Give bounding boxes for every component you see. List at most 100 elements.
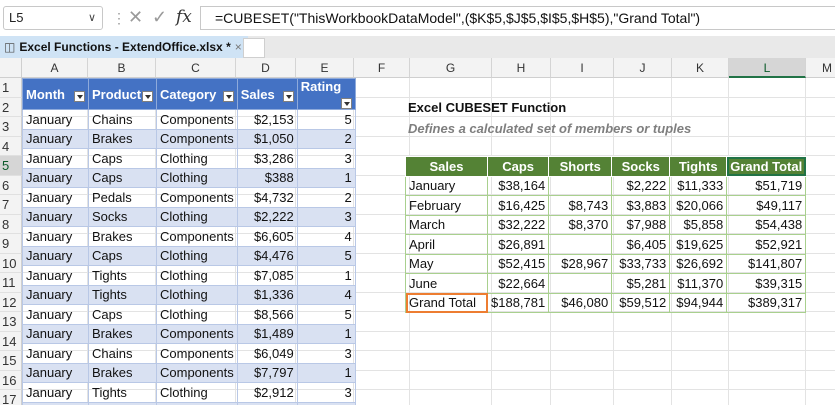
table-cell[interactable]: 5 <box>296 109 356 130</box>
table-cell[interactable]: Components <box>156 226 238 247</box>
row-header-14[interactable]: 14 <box>0 331 22 351</box>
table-cell[interactable]: January <box>22 206 89 227</box>
pivot-cell[interactable]: $22,664 <box>486 273 550 294</box>
table-cell[interactable]: Clothing <box>156 304 238 325</box>
table-cell[interactable]: Components <box>156 128 238 149</box>
table-cell[interactable]: $2,222 <box>236 206 298 227</box>
table-cell[interactable]: Tights <box>88 382 157 403</box>
spreadsheet-grid[interactable]: ABCDEFGHIJKLM 1 2 3 4 5 6 7 8 9 10 11 12 13 14 15 16 17 … <box>0 58 835 405</box>
pivot-cell[interactable]: June <box>405 273 488 294</box>
pivot-cell[interactable]: $33,733 <box>611 253 671 274</box>
column-header-h[interactable]: H <box>492 58 551 78</box>
row-header-10[interactable]: 10 <box>0 253 22 273</box>
table-cell[interactable]: $2,153 <box>236 109 298 130</box>
pivot-cell[interactable]: $20,066 <box>669 195 728 216</box>
table-cell[interactable]: 3 <box>296 382 356 403</box>
pivot-cell[interactable]: $94,944 <box>669 292 728 313</box>
table-cell[interactable]: January <box>22 304 89 325</box>
pivot-cell[interactable] <box>548 234 613 255</box>
pivot-cell[interactable]: $141,807 <box>726 253 807 274</box>
table-cell[interactable]: Clothing <box>156 245 238 266</box>
pivot-cell[interactable]: $59,512 <box>611 292 671 313</box>
table-cell[interactable]: 3 <box>296 343 356 364</box>
table-cell[interactable]: $8,566 <box>236 304 298 325</box>
pivot-cell[interactable]: $2,222 <box>611 175 671 196</box>
column-header-a[interactable]: A <box>22 58 88 78</box>
table-cell[interactable]: Clothing <box>156 284 238 305</box>
table-cell[interactable]: Clothing <box>156 167 238 188</box>
pivot-cell[interactable] <box>548 273 613 294</box>
row-header-17[interactable]: 17 <box>0 390 22 405</box>
pivot-cell[interactable]: $52,415 <box>486 253 550 274</box>
column-header-e[interactable]: E <box>296 58 354 78</box>
table-cell[interactable]: Caps <box>88 148 157 169</box>
select-all-corner[interactable] <box>0 58 22 78</box>
table-cell[interactable]: Tights <box>88 284 157 305</box>
table-cell[interactable]: Components <box>156 343 238 364</box>
pivot-cell[interactable]: $46,080 <box>548 292 613 313</box>
table-cell[interactable]: 3 <box>296 206 356 227</box>
close-tab-icon[interactable]: × <box>235 40 242 54</box>
table-cell[interactable]: $3,286 <box>236 148 298 169</box>
column-header-i[interactable]: I <box>551 58 614 78</box>
table-cell[interactable]: 1 <box>296 323 356 344</box>
row-header-15[interactable]: 15 <box>0 351 22 371</box>
pivot-cell[interactable]: $389,317 <box>726 292 807 313</box>
row-header-11[interactable]: 11 <box>0 273 22 293</box>
pivot-cell[interactable]: $8,370 <box>548 214 613 235</box>
enter-icon[interactable]: ✓ <box>152 7 167 28</box>
more-options-icon[interactable]: ⋮ <box>112 10 126 27</box>
table-cell[interactable]: January <box>22 226 89 247</box>
pivot-cell[interactable]: $7,988 <box>611 214 671 235</box>
table-cell[interactable]: January <box>22 187 89 208</box>
table-cell[interactable]: Clothing <box>156 382 238 403</box>
table-cell[interactable]: Clothing <box>156 206 238 227</box>
table-cell[interactable]: Clothing <box>156 265 238 286</box>
table-cell[interactable]: Pedals <box>88 187 157 208</box>
active-cell[interactable]: Grand Total <box>726 156 807 177</box>
column-header-c[interactable]: C <box>156 58 236 78</box>
row-header-8[interactable]: 8 <box>0 214 22 234</box>
table-cell[interactable]: Caps <box>88 245 157 266</box>
table-cell[interactable]: $1,050 <box>236 128 298 149</box>
row-header-7[interactable]: 7 <box>0 195 22 215</box>
pivot-cell[interactable] <box>548 175 613 196</box>
table-cell[interactable]: Caps <box>88 304 157 325</box>
pivot-cell[interactable]: $26,891 <box>486 234 550 255</box>
pivot-cell[interactable]: $52,921 <box>726 234 807 255</box>
row-header-3[interactable]: 3 <box>0 117 22 137</box>
table-cell[interactable]: Chains <box>88 343 157 364</box>
row-header-13[interactable]: 13 <box>0 312 22 332</box>
name-box[interactable]: L5 ∨ <box>3 6 103 30</box>
table-cell[interactable]: Components <box>156 109 238 130</box>
table-cell[interactable]: January <box>22 148 89 169</box>
pivot-cell[interactable]: $5,281 <box>611 273 671 294</box>
source-header-cell[interactable]: Rating <box>296 78 356 110</box>
table-cell[interactable]: Caps <box>88 167 157 188</box>
pivot-cell[interactable]: $19,625 <box>669 234 728 255</box>
table-cell[interactable]: January <box>22 167 89 188</box>
pivot-header-cell[interactable]: Caps <box>486 156 550 177</box>
table-cell[interactable]: 2 <box>296 187 356 208</box>
table-cell[interactable]: 5 <box>296 245 356 266</box>
column-header-m[interactable]: M <box>806 58 835 78</box>
table-cell[interactable]: Components <box>156 323 238 344</box>
pivot-cell[interactable]: March <box>405 214 488 235</box>
table-cell[interactable]: $2,912 <box>236 382 298 403</box>
pivot-cell[interactable]: $28,967 <box>548 253 613 274</box>
table-cell[interactable]: 5 <box>296 304 356 325</box>
row-header-5[interactable]: 5 <box>0 156 22 176</box>
source-header-cell[interactable]: Product <box>88 78 157 110</box>
column-header-f[interactable]: F <box>354 58 410 78</box>
pivot-cell[interactable]: $26,692 <box>669 253 728 274</box>
formula-input[interactable]: =CUBESET("ThisWorkbookDataModel",($K$5,$… <box>200 6 835 30</box>
pivot-cell[interactable]: $188,781 <box>486 292 550 313</box>
table-cell[interactable]: Brakes <box>88 323 157 344</box>
table-cell[interactable]: Components <box>156 362 238 383</box>
filter-dropdown-icon[interactable] <box>282 90 294 102</box>
table-cell[interactable]: Chains <box>88 109 157 130</box>
pivot-cell[interactable]: $32,222 <box>486 214 550 235</box>
new-tab-button[interactable] <box>243 38 265 58</box>
column-header-d[interactable]: D <box>236 58 296 78</box>
table-cell[interactable]: January <box>22 382 89 403</box>
